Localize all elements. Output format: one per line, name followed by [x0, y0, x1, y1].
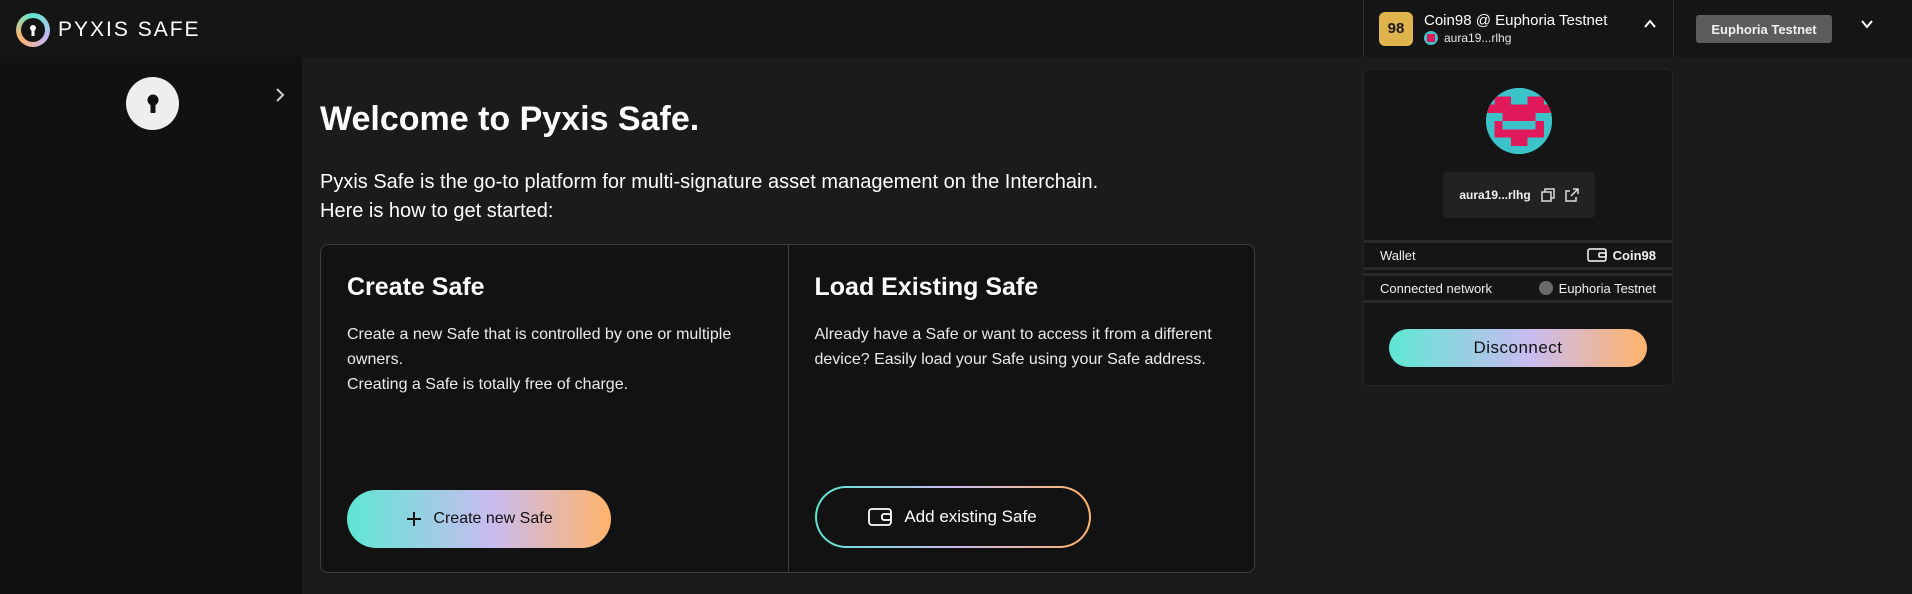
create-safe-card: Create Safe Create a new Safe that is co… [321, 245, 788, 572]
wallet-icon [868, 508, 893, 526]
wallet-row: Wallet Coin98 [1364, 240, 1672, 270]
load-safe-card: Load Existing Safe Already have a Safe o… [787, 245, 1255, 572]
account-identicon [1486, 88, 1552, 154]
load-safe-description: Already have a Safe or want to access it… [814, 326, 1212, 368]
network-value: Euphoria Testnet [1558, 280, 1656, 296]
keyhole-icon[interactable] [126, 77, 179, 130]
sidebar [0, 57, 302, 594]
start-options: Create Safe Create a new Safe that is co… [320, 244, 1255, 573]
chevron-down-icon[interactable] [1860, 17, 1874, 31]
account-panel: aura19...rlhg Wallet Coin98 Connected ne… [1363, 69, 1673, 386]
network-icon [1538, 281, 1553, 295]
create-safe-description: Create a new Safe that is controlled by … [347, 326, 732, 393]
wallet-value: Coin98 [1612, 247, 1656, 263]
add-existing-safe-button[interactable]: Add existing Safe [814, 486, 1091, 548]
external-link-icon[interactable] [1564, 188, 1579, 202]
sidebar-expand-chevron-icon[interactable] [274, 87, 286, 103]
account-avatar [1424, 31, 1438, 45]
account-title: Coin98 @ Euphoria Testnet [1424, 12, 1608, 29]
page-description: Pyxis Safe is the go-to platform for mul… [320, 171, 1099, 222]
app-logo[interactable]: PYXIS SAFE [16, 13, 201, 47]
plus-icon [405, 510, 423, 528]
account-address: aura19...rlhg [1444, 31, 1512, 45]
copy-icon[interactable] [1540, 188, 1555, 202]
panel-address: aura19...rlhg [1459, 188, 1531, 202]
network-label: Connected network [1380, 280, 1493, 296]
page-title: Welcome to Pyxis Safe. [320, 100, 700, 138]
app-name: PYXIS SAFE [58, 18, 201, 41]
load-safe-title: Load Existing Safe [814, 273, 1039, 301]
network-button[interactable]: Euphoria Testnet [1696, 15, 1832, 43]
disconnect-button[interactable]: Disconnect [1389, 329, 1647, 367]
top-bar: PYXIS SAFE 98 Coin98 @ Euphoria Testnet … [0, 0, 1912, 57]
coin98-wallet-icon: 98 [1379, 11, 1413, 46]
chevron-up-icon[interactable] [1643, 17, 1657, 31]
pyxis-logo-icon [16, 13, 50, 47]
account-address-box: aura19...rlhg [1443, 172, 1595, 218]
wallet-label: Wallet [1380, 247, 1416, 263]
create-safe-title: Create Safe [347, 273, 485, 301]
network-row: Connected network Euphoria Testnet [1364, 273, 1672, 303]
wallet-icon [1586, 248, 1607, 262]
create-new-safe-button[interactable]: Create new Safe [347, 490, 611, 548]
account-dropdown[interactable]: 98 Coin98 @ Euphoria Testnet aura19...rl… [1363, 0, 1674, 57]
